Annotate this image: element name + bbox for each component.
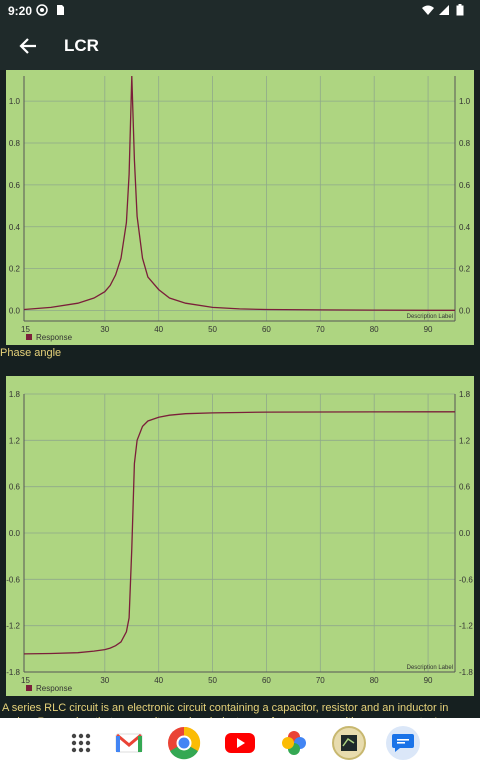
description-label: Description Label bbox=[407, 665, 453, 671]
description-text: A series RLC circuit is an electronic ci… bbox=[2, 702, 449, 718]
status-bar: 9:20 bbox=[0, 0, 480, 22]
description-label: Description Label bbox=[407, 314, 453, 320]
legend-label: Response bbox=[36, 333, 73, 342]
y-tick-label-right: 0.8 bbox=[459, 139, 471, 148]
y-tick-label-right: 1.0 bbox=[459, 97, 471, 106]
wifi-icon bbox=[422, 5, 434, 15]
messages-icon[interactable] bbox=[386, 726, 420, 760]
y-tick-label-left: 0.8 bbox=[9, 139, 21, 148]
x-tick-label: 15 bbox=[21, 676, 30, 685]
photos-icon[interactable] bbox=[277, 726, 311, 760]
x-tick-label: 90 bbox=[424, 325, 433, 334]
x-tick-label: 50 bbox=[208, 325, 217, 334]
x-tick-label: 30 bbox=[100, 325, 109, 334]
x-tick-label: 80 bbox=[370, 325, 379, 334]
y-tick-label-left: -1.2 bbox=[6, 622, 20, 631]
app-dock bbox=[0, 718, 480, 768]
phase-angle-caption: Phase angle bbox=[0, 347, 62, 359]
x-tick-label: 40 bbox=[154, 325, 163, 334]
x-tick-label: 60 bbox=[262, 325, 271, 334]
battery-icon bbox=[456, 4, 464, 16]
y-tick-label-left: 0.6 bbox=[9, 483, 21, 492]
youtube-icon[interactable] bbox=[223, 726, 257, 760]
y-tick-label-right: -1.2 bbox=[459, 622, 473, 631]
y-tick-label-right: 1.2 bbox=[459, 436, 471, 445]
app-notification-icon bbox=[36, 4, 48, 16]
x-tick-label: 70 bbox=[316, 325, 325, 334]
x-tick-label: 50 bbox=[208, 676, 217, 685]
y-tick-label-left: 1.2 bbox=[9, 436, 21, 445]
y-tick-label-left: 0.0 bbox=[9, 529, 21, 538]
x-tick-label: 80 bbox=[370, 676, 379, 685]
app-bar: LCR bbox=[0, 22, 480, 70]
response-series-line bbox=[23, 75, 455, 311]
x-tick-label: 15 bbox=[21, 325, 30, 334]
back-arrow-icon[interactable] bbox=[14, 32, 42, 60]
legend-swatch bbox=[26, 334, 32, 340]
phase-angle-chart: 1.8 1.8 1.2 1.2 0.6 0.6 0.0 0.0 -0.6 -0.6 -1.2 -1.2… bbox=[6, 376, 474, 696]
apps-grid-icon[interactable] bbox=[64, 726, 98, 760]
gmail-icon[interactable] bbox=[112, 726, 146, 760]
legend-label: Response bbox=[36, 684, 73, 693]
y-tick-label-left: 0.6 bbox=[9, 181, 21, 190]
y-tick-label-left: 0.0 bbox=[9, 307, 21, 316]
page-title: LCR bbox=[64, 36, 99, 55]
y-tick-label-left: 1.8 bbox=[9, 390, 21, 399]
y-tick-label-right: 0.4 bbox=[459, 223, 471, 232]
sd-card-icon bbox=[57, 5, 64, 15]
x-tick-label: 90 bbox=[424, 676, 433, 685]
status-time: 9:20 bbox=[8, 4, 33, 18]
response-chart-svg: 1.0 1.00.8 0.80.6 0.60.4 0.40.2 0.20.0 0.015 30… bbox=[9, 75, 471, 342]
y-tick-label-left: -1.8 bbox=[6, 668, 20, 677]
signal-icon bbox=[439, 5, 449, 15]
y-tick-label-right: 0.6 bbox=[459, 483, 471, 492]
y-tick-label-right: 0.0 bbox=[459, 529, 471, 538]
chrome-icon[interactable] bbox=[167, 726, 201, 760]
y-tick-label-left: 1.0 bbox=[9, 97, 21, 106]
y-tick-label-right: 0.0 bbox=[459, 307, 471, 316]
app-icon[interactable] bbox=[332, 726, 366, 760]
content[interactable]: 1.0 1.0 0.8 0.8 0.6 0.6 0.4 0.4 0.2 0.2 0.0 0.0 15 30… bbox=[0, 70, 480, 718]
phase-angle-chart-svg: 1.8 1.8 1.2 1.2 0.6 0.6 0.0 0.0 -0.6 -0.6 -1.2 -1.2… bbox=[6, 390, 473, 693]
y-tick-label-right: 0.6 bbox=[459, 181, 471, 190]
y-tick-label-left: -0.6 bbox=[6, 575, 20, 584]
x-tick-label: 70 bbox=[316, 676, 325, 685]
y-tick-label-right: 1.8 bbox=[459, 390, 471, 399]
response-chart: 1.0 1.0 0.8 0.8 0.6 0.6 0.4 0.4 0.2 0.2 0.0 0.0 15 30… bbox=[6, 70, 474, 345]
y-tick-label-right: 0.2 bbox=[459, 265, 471, 274]
y-tick-label-left: 0.4 bbox=[9, 223, 21, 232]
y-tick-label-right: -0.6 bbox=[459, 575, 473, 584]
y-tick-label-right: -1.8 bbox=[459, 668, 473, 677]
x-tick-label: 60 bbox=[262, 676, 271, 685]
legend-swatch bbox=[26, 685, 32, 691]
x-tick-label: 40 bbox=[154, 676, 163, 685]
x-tick-label: 30 bbox=[100, 676, 109, 685]
y-tick-label-left: 0.2 bbox=[9, 265, 21, 274]
